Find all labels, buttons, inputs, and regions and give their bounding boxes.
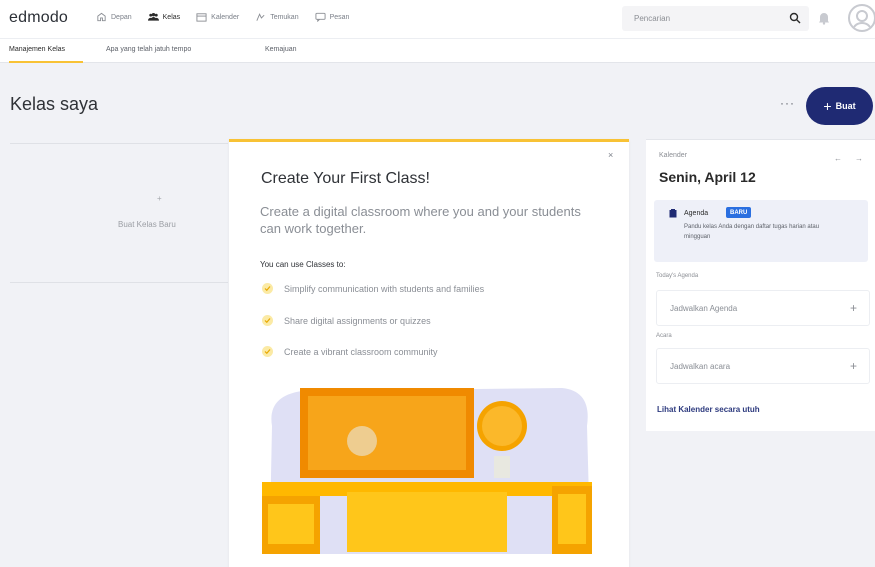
discover-icon — [256, 13, 265, 21]
agenda-description: Pandu kelas Anda dengan daftar tugas har… — [684, 224, 820, 240]
add-agenda-icon[interactable]: + — [850, 301, 857, 315]
nav-item-kalender[interactable]: Kalender — [196, 12, 239, 22]
create-button-label: Buat — [835, 101, 856, 111]
tab-kemajuan[interactable]: Kemajuan — [265, 46, 297, 53]
todays-agenda-label: Today's Agenda — [656, 273, 699, 279]
user-icon — [852, 10, 872, 30]
popup-subtitle: Create a digital classroom where you and… — [260, 204, 581, 236]
calendar-date: Senin, April 12 — [659, 169, 756, 185]
nav-item-depan[interactable]: Depan — [96, 12, 132, 22]
new-class-card[interactable] — [10, 143, 228, 283]
check-icon — [262, 346, 273, 357]
next-day-icon[interactable]: → — [855, 154, 863, 163]
schedule-agenda-row[interactable]: Jadwalkan Agenda + — [656, 290, 870, 326]
user-avatar[interactable] — [848, 4, 875, 32]
create-button[interactable]: + Buat — [806, 87, 873, 125]
messages-icon — [315, 12, 326, 22]
add-event-icon[interactable]: + — [850, 359, 857, 373]
tab-jatuh-tempo[interactable]: Apa yang telah jatuh tempo — [106, 46, 191, 53]
edmodo-logo[interactable]: edmodo — [9, 9, 68, 27]
benefit-text: Simplify communication with students and… — [284, 283, 485, 294]
nav-item-kelas[interactable]: Kelas — [147, 12, 181, 22]
schedule-agenda-label: Jadwalkan Agenda — [670, 304, 738, 313]
plus-icon: + — [823, 98, 832, 114]
nav-item-label: Depan — [111, 13, 132, 21]
calendar-label: Kalender — [659, 152, 688, 159]
nav-item-label: Kelas — [162, 13, 181, 21]
classroom-illustration — [262, 388, 592, 554]
more-options-button[interactable]: ··· — [780, 96, 795, 110]
nav-item-temukan[interactable]: Temukan — [255, 12, 299, 22]
check-icon — [262, 315, 273, 326]
nav-item-label: Kalender — [211, 13, 240, 21]
new-badge: BARU — [726, 207, 752, 218]
schedule-event-row[interactable]: Jadwalkan acara + — [656, 348, 870, 384]
agenda-title: Agenda — [684, 210, 709, 217]
benefit-text: Share digital assignments or quizzes — [284, 315, 431, 326]
popup-uses-title: You can use Classes to: — [260, 260, 346, 269]
view-full-calendar-link[interactable]: Lihat Kalender secara utuh — [657, 405, 760, 414]
check-icon — [262, 283, 273, 294]
sub-tabs: Manajemen Kelas Apa yang telah jatuh tem… — [0, 38, 875, 63]
main-nav: Depan Kelas Kalender Temukan Pesan — [96, 12, 349, 22]
plus-icon: + — [157, 194, 162, 203]
benefit-item: Create a vibrant classroom community — [262, 346, 438, 357]
active-tab-indicator — [9, 61, 83, 63]
new-class-label[interactable]: Buat Kelas Baru — [118, 220, 176, 229]
nav-item-label: Pesan — [329, 13, 350, 21]
search-icon[interactable] — [789, 12, 801, 24]
prev-day-icon[interactable]: ← — [834, 154, 842, 163]
search-placeholder: Pencarian — [634, 14, 671, 23]
popup-title: Create Your First Class! — [261, 170, 430, 187]
events-label: Acara — [656, 333, 672, 339]
tab-manajemen-kelas[interactable]: Manajemen Kelas — [9, 46, 65, 53]
home-icon — [97, 12, 106, 22]
nav-item-label: Temukan — [270, 13, 299, 21]
schedule-event-label: Jadwalkan acara — [670, 362, 731, 371]
benefit-item: Share digital assignments or quizzes — [262, 315, 431, 326]
classes-icon — [147, 13, 159, 21]
benefit-item: Simplify communication with students and… — [262, 283, 484, 294]
nav-item-pesan[interactable]: Pesan — [315, 12, 350, 22]
benefit-text: Create a vibrant classroom community — [284, 346, 438, 357]
search-field[interactable]: Pencarian — [622, 6, 809, 31]
agenda-icon — [669, 209, 677, 218]
calendar-icon — [196, 13, 207, 22]
notification-bell-icon[interactable] — [818, 11, 830, 25]
page-title: Kelas saya — [10, 94, 99, 114]
close-icon[interactable]: × — [608, 150, 613, 160]
